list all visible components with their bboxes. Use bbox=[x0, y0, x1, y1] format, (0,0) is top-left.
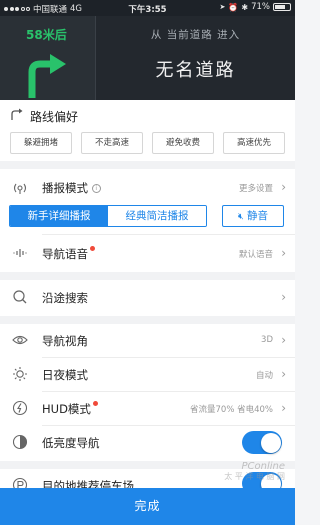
search-along-route-label: 沿途搜索 bbox=[42, 291, 88, 305]
status-bar: 中国联通 4G 下午3:55 ➤ ⏰ ✱ 71% bbox=[0, 0, 295, 16]
low-brightness-label: 低亮度导航 bbox=[42, 436, 100, 450]
broadcast-icon bbox=[13, 183, 27, 194]
parking-icon bbox=[12, 477, 28, 488]
speaker-mute-icon: 🔇︎ bbox=[237, 212, 244, 222]
bluetooth-icon: ✱ bbox=[241, 2, 249, 12]
battery-percent: 71% bbox=[251, 2, 270, 12]
location-icon: ➤ bbox=[219, 3, 226, 11]
brightness-icon bbox=[12, 434, 28, 450]
route-preference-title: 路线偏好 bbox=[30, 110, 79, 124]
voice-icon bbox=[13, 249, 27, 257]
section-gap bbox=[0, 272, 295, 280]
broadcast-mode-segmented-control[interactable]: 新手详细播报 经典简洁播报 bbox=[9, 205, 207, 227]
chevron-right-icon: › bbox=[281, 401, 286, 415]
new-badge bbox=[90, 246, 95, 251]
hud-mode-label: HUD模式 bbox=[42, 401, 98, 417]
section-gap bbox=[0, 316, 295, 324]
enter-road-hint: 从 当前道路 进入 bbox=[150, 29, 241, 41]
navigation-settings-panel: 路线偏好 躲避拥堵 不走高速 避免收费 高速优先 播报模式 i 更多设置 › 新… bbox=[0, 100, 295, 488]
hud-mode-value: 省流量70% 省电40% bbox=[190, 405, 273, 415]
road-name: 无名道路 bbox=[155, 60, 236, 81]
eye-icon bbox=[12, 335, 28, 345]
day-night-icon bbox=[13, 367, 27, 381]
route-preference-section: 路线偏好 躲避拥堵 不走高速 避免收费 高速优先 bbox=[0, 100, 295, 166]
status-right: ➤ ⏰ ✱ 71% bbox=[220, 2, 291, 12]
turn-panel: 58米后 bbox=[0, 16, 96, 100]
navigation-voice-row[interactable]: 导航语音 默认语音 › bbox=[0, 237, 295, 269]
search-icon bbox=[13, 290, 27, 304]
mute-button[interactable]: 🔇︎ 静音 bbox=[222, 205, 284, 227]
broadcast-mode-row[interactable]: 播报模式 i 更多设置 › bbox=[0, 171, 295, 203]
hud-mode-row[interactable]: HUD模式 省流量70% 省电40% › bbox=[0, 392, 295, 424]
recommend-parking-label: 目的地推荐停车场 bbox=[42, 479, 134, 488]
chevron-right-icon: › bbox=[281, 367, 286, 381]
day-night-mode-row[interactable]: 日夜模式 自动 › bbox=[0, 358, 295, 390]
done-button[interactable]: 完成 bbox=[0, 488, 295, 525]
battery-icon bbox=[273, 3, 291, 11]
navigation-voice-value: 默认语音 bbox=[238, 250, 273, 260]
day-night-mode-label: 日夜模式 bbox=[42, 368, 88, 382]
chevron-right-icon: › bbox=[281, 333, 286, 347]
low-brightness-toggle[interactable] bbox=[242, 431, 282, 454]
turn-right-arrow-icon bbox=[28, 54, 66, 98]
chevron-right-icon: › bbox=[281, 290, 286, 304]
row-divider bbox=[42, 234, 295, 235]
day-night-mode-value: 自动 bbox=[255, 371, 273, 381]
navigation-view-row[interactable]: 导航视角 3D › bbox=[0, 324, 295, 356]
navigation-header: 58米后 从 当前道路 进入 无名道路 bbox=[0, 16, 295, 100]
navigation-view-label: 导航视角 bbox=[42, 334, 88, 348]
detailed-broadcast-option[interactable]: 新手详细播报 bbox=[10, 206, 108, 226]
concise-broadcast-option[interactable]: 经典简洁播报 bbox=[108, 206, 206, 226]
new-badge bbox=[92, 401, 98, 406]
avoid-toll-button[interactable]: 避免收费 bbox=[152, 132, 214, 154]
hud-icon bbox=[12, 400, 28, 416]
alarm-icon: ⏰ bbox=[228, 2, 239, 12]
highway-first-button[interactable]: 高速优先 bbox=[223, 132, 285, 154]
section-gap bbox=[0, 161, 295, 169]
no-highway-button[interactable]: 不走高速 bbox=[81, 132, 143, 154]
avoid-congestion-button[interactable]: 躲避拥堵 bbox=[10, 132, 72, 154]
turn-distance: 58米后 bbox=[26, 28, 67, 42]
info-icon[interactable]: i bbox=[91, 184, 101, 193]
watermark: PConline 太 平 洋 电 脑 网 bbox=[224, 461, 285, 482]
navigation-voice-label: 导航语音 bbox=[42, 246, 95, 262]
toggle-knob bbox=[260, 432, 281, 453]
more-settings-label[interactable]: 更多设置 bbox=[239, 182, 273, 194]
navigation-view-value: 3D bbox=[261, 335, 273, 345]
search-along-route-row[interactable]: 沿途搜索 › bbox=[0, 281, 295, 313]
broadcast-mode-label: 播报模式 i bbox=[42, 180, 101, 196]
route-icon bbox=[11, 108, 23, 120]
chevron-right-icon: › bbox=[281, 246, 286, 260]
chevron-right-icon: › bbox=[281, 180, 286, 194]
